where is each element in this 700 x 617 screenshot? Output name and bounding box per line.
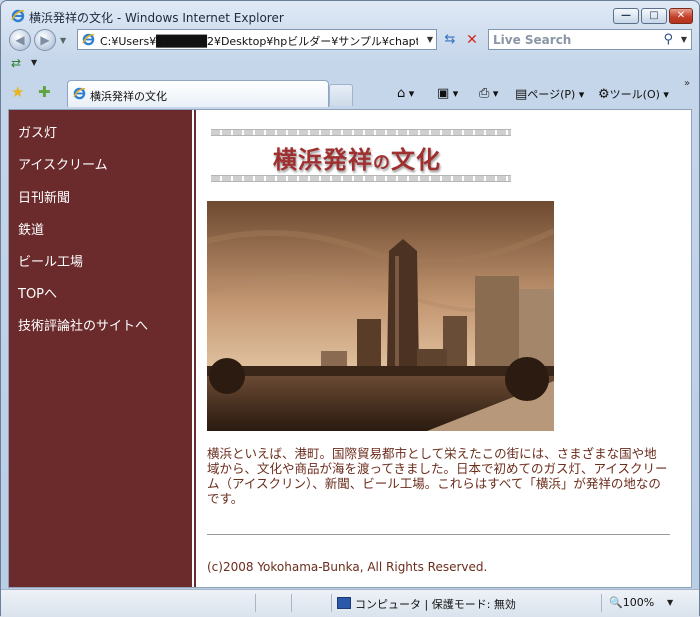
add-favorite-icon[interactable]: ✚ — [38, 83, 51, 101]
address-input[interactable]: C:¥Users¥██████2¥Desktop¥hpビルダー¥サンプル¥cha… — [100, 33, 418, 49]
logo-title: 横浜発祥の文化 — [273, 145, 441, 174]
rss-icon: ▣ — [437, 86, 450, 101]
sidebar-item-icecream[interactable]: アイスクリーム — [18, 154, 108, 173]
logo-border-top — [211, 129, 511, 136]
security-zone[interactable]: コンピュータ | 保護モード: 無効 — [337, 596, 516, 612]
sidebar-item-gihyo-link[interactable]: 技術評論社のサイトへ — [18, 315, 148, 334]
forward-arrow-icon: ▶ — [40, 33, 50, 47]
print-button[interactable]: ⎙ ▾ — [479, 86, 498, 101]
minimize-icon: — — [621, 10, 631, 21]
window-title: 横浜発祥の文化 - Windows Internet Explorer — [29, 11, 284, 25]
ie-logo-icon — [11, 9, 25, 23]
refresh-icon: ⇆ — [444, 32, 456, 47]
refresh-button[interactable]: ⇆ — [439, 30, 461, 50]
logo-border-bottom — [211, 175, 511, 182]
favorites-star-icon[interactable]: ★ — [11, 83, 24, 101]
computer-icon — [337, 597, 351, 609]
toolbar-row: ⇄ ▼ — [1, 52, 699, 76]
status-divider — [331, 594, 332, 612]
sidebar-item-brewery[interactable]: ビール工場 — [18, 251, 83, 270]
sidebar-item-newspaper[interactable]: 日刊新聞 — [18, 187, 70, 206]
maximize-button[interactable]: □ — [641, 8, 667, 24]
address-bar[interactable]: C:¥Users¥██████2¥Desktop¥hpビルダー¥サンプル¥cha… — [77, 29, 437, 50]
tab-label: 横浜発祥の文化 — [90, 90, 167, 103]
magnifier-icon: 🔍 — [609, 596, 623, 609]
new-tab-button[interactable] — [329, 84, 353, 106]
zoom-text: 100% — [622, 596, 655, 609]
status-divider — [255, 594, 256, 612]
minimize-button[interactable]: — — [613, 8, 639, 24]
close-button[interactable]: ✕ — [669, 8, 693, 24]
tab-active[interactable]: 横浜発祥の文化 — [67, 80, 329, 107]
browser-window: 横浜発祥の文化 - Windows Internet Explorer — □ … — [0, 0, 700, 617]
stop-icon: ✕ — [466, 32, 478, 48]
sidebar-item-gaslight[interactable]: ガス灯 — [18, 122, 57, 141]
sidebar-nav: ガス灯 アイスクリーム 日刊新聞 鉄道 ビール工場 TOPへ 技術評論社のサイト… — [9, 110, 192, 587]
chevron-down-icon[interactable]: ▼ — [31, 58, 37, 67]
horizontal-rule — [207, 534, 670, 535]
chevron-down-icon[interactable]: ▼ — [427, 35, 433, 44]
back-arrow-icon: ◀ — [15, 33, 25, 47]
site-logo: 横浜発祥の文化 — [211, 127, 511, 185]
maximize-icon: □ — [649, 10, 659, 21]
home-button[interactable]: ⌂ ▾ — [397, 86, 414, 101]
navigation-bar: ◀ ▶ ▼ C:¥Users¥██████2¥Desktop¥hpビルダー¥サン… — [1, 28, 699, 52]
tab-row: ★ ✚ 横浜発祥の文化 ⌂ ▾ ▣ ▾ ⎙ ▾ ▤ページ(P) ▾ ⚙ツール(O… — [1, 78, 699, 108]
home-icon: ⌂ — [397, 86, 406, 101]
back-button[interactable]: ◀ — [9, 29, 31, 51]
sidebar-item-top[interactable]: TOPへ — [18, 283, 57, 302]
status-bar: コンピュータ | 保護モード: 無効 🔍100% ▼ — [1, 589, 699, 617]
page-menu-button[interactable]: ▤ページ(P) ▾ — [515, 86, 584, 102]
web-page-content: ガス灯 アイスクリーム 日刊新聞 鉄道 ビール工場 TOPへ 技術評論社のサイト… — [8, 109, 692, 588]
ie-page-icon — [73, 87, 86, 100]
page-icon: ▤ — [515, 87, 528, 102]
sidebar-divider — [194, 110, 196, 587]
status-divider — [291, 594, 292, 612]
sidebar-item-railway[interactable]: 鉄道 — [18, 219, 44, 238]
feeds-button[interactable]: ▣ ▾ — [437, 86, 458, 101]
printer-icon: ⎙ — [479, 86, 490, 101]
search-icon[interactable]: ⚲ — [663, 32, 673, 47]
tools-menu-label: ツール(O) — [609, 88, 660, 101]
search-options-dropdown[interactable]: ▼ — [681, 35, 687, 44]
security-zone-text: コンピュータ | 保護モード: 無効 — [355, 598, 516, 611]
zoom-dropdown-icon[interactable]: ▼ — [667, 598, 673, 607]
rss-feed-icon[interactable]: ⇄ — [11, 56, 21, 70]
ie-page-icon — [82, 33, 95, 46]
intro-paragraph: 横浜といえば、港町。国際貿易都市として栄えたこの街には、さまざまな国や地域から、… — [207, 446, 668, 506]
search-box[interactable]: Live Search ⚲ ▼ — [488, 29, 692, 50]
yokohama-cityscape-photo — [207, 201, 554, 431]
status-divider — [601, 594, 602, 612]
tools-menu-button[interactable]: ⚙ツール(O) ▾ — [598, 86, 669, 102]
page-menu-label: ページ(P) — [527, 88, 576, 101]
recent-pages-dropdown[interactable]: ▼ — [60, 36, 66, 45]
stop-button[interactable]: ✕ — [461, 30, 483, 50]
copyright-footer: (c)2008 Yokohama-Bunka, All Rights Reser… — [207, 560, 488, 574]
zoom-level[interactable]: 🔍100% — [609, 596, 654, 609]
title-bar: 横浜発祥の文化 - Windows Internet Explorer — □ … — [1, 1, 699, 31]
more-commands-icon[interactable]: » — [684, 78, 690, 89]
search-input[interactable]: Live Search — [493, 33, 571, 47]
gear-icon: ⚙ — [598, 87, 610, 102]
close-icon: ✕ — [676, 10, 686, 21]
forward-button[interactable]: ▶ — [34, 29, 56, 51]
